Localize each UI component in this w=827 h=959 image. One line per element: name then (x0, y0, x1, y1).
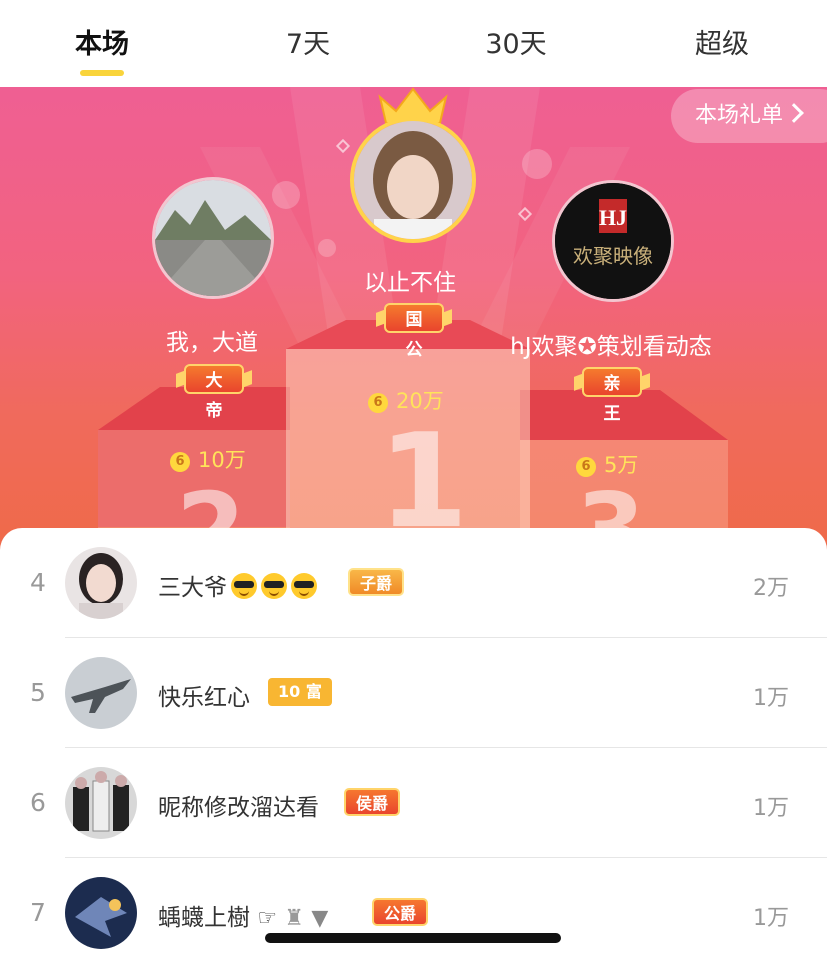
title-badge: 侯爵 (344, 788, 401, 816)
avatar[interactable] (65, 767, 137, 839)
svg-text:HJ: HJ (599, 205, 627, 230)
tab-super[interactable]: 超级 (642, 22, 802, 61)
contribution-value: 2万 (753, 576, 789, 601)
home-indicator[interactable] (265, 933, 561, 943)
avatar-rank-2[interactable] (152, 177, 274, 299)
top-three-podium: 本场礼单 HJ 欢聚映像 我，大道 以止不住 hJ欢聚✪策划看动态 大帝 国公 … (0, 87, 827, 557)
rank-number: 6 (30, 788, 46, 817)
avatar-rank-3[interactable]: HJ 欢聚映像 (552, 180, 674, 302)
rank-2-name: 我，大道 (166, 330, 258, 356)
hj-logo: HJ 欢聚映像 (555, 183, 671, 299)
user-name: 昵称修改溜达看 (158, 795, 319, 821)
list-item[interactable]: 7 蝺蠛上樹 ☞ ♜ ▼ 公爵 1万 (0, 858, 827, 959)
rank-2-title-badge: 大帝 (184, 364, 244, 421)
sunglasses-emoji-icon (231, 573, 257, 599)
tab-30-days[interactable]: 30天 (436, 22, 596, 61)
user-name: 蝺蠛上樹 ☞ ♜ ▼ (158, 905, 329, 931)
list-item[interactable]: 6 昵称修改溜达看 侯爵 1万 (0, 748, 827, 858)
rank-2-score: 6 10万 (170, 444, 246, 474)
rank-number: 7 (30, 898, 46, 927)
gift-list-button[interactable]: 本场礼单 (671, 89, 827, 143)
avatar-rank-1[interactable] (350, 117, 476, 243)
wealth-level-badge: 10 富 (268, 678, 332, 706)
rank-3-name: hJ欢聚✪策划看动态 (510, 334, 712, 360)
decor-bubble (318, 239, 336, 257)
user-name: 快乐红心 (158, 685, 250, 711)
avatar[interactable] (65, 547, 137, 619)
sake-bottle-icon: ♜ (284, 906, 305, 931)
group-photo (65, 767, 137, 839)
list-item[interactable]: 5 快乐红心 10 富 1万 (0, 638, 827, 748)
tab-7-days[interactable]: 7天 (228, 22, 388, 61)
svg-text:欢聚映像: 欢聚映像 (573, 244, 653, 268)
contribution-value: 1万 (753, 796, 789, 821)
avatar[interactable] (65, 657, 137, 729)
avatar[interactable] (65, 877, 137, 949)
list-item[interactable]: 4 三大爷 子爵 2万 (0, 528, 827, 638)
portrait-photo (354, 121, 472, 239)
mecha-photo (65, 877, 137, 949)
contribution-value: 1万 (753, 686, 789, 711)
title-badge: 子爵 (348, 568, 405, 596)
sunglasses-emoji-icon (291, 573, 317, 599)
decor-bubble (272, 181, 300, 209)
rank-1-name: 以止不住 (364, 270, 456, 296)
rank-3-title-badge: 亲王 (582, 367, 642, 424)
active-tab-indicator (80, 70, 124, 76)
ranking-list: 4 三大爷 子爵 2万 5 快乐红心 10 富 1万 6 昵称修改溜达看 侯爵 … (0, 528, 827, 959)
cocktail-icon: ▼ (311, 906, 329, 931)
rank-1-title-badge: 国公 (384, 303, 444, 360)
decor-bubble (522, 149, 552, 179)
rank-number: 5 (30, 678, 46, 707)
chevron-right-icon (784, 103, 804, 123)
road-photo (155, 180, 271, 296)
portrait-photo (65, 547, 137, 619)
pointing-hand-icon: ☞ (257, 906, 278, 931)
ranking-tabs: 本场 7天 30天 超级 (0, 0, 827, 87)
sunglasses-emoji-icon (261, 573, 287, 599)
contribution-value: 1万 (753, 906, 789, 931)
user-name: 三大爷 (158, 568, 317, 602)
jet-photo (65, 657, 137, 729)
rank-number: 4 (30, 568, 46, 597)
coin-icon: 6 (170, 452, 190, 472)
title-badge: 公爵 (372, 898, 429, 926)
tab-this-session[interactable]: 本场 (22, 22, 182, 61)
